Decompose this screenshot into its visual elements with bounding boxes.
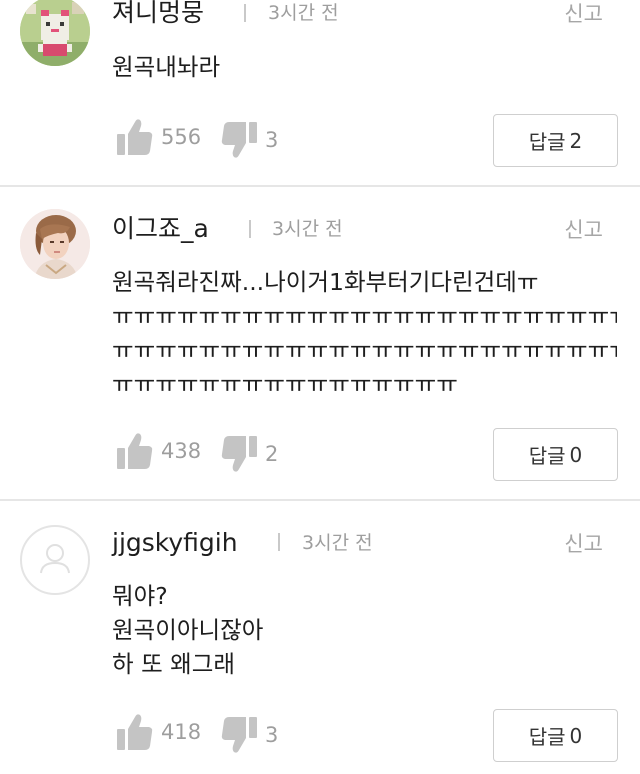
reply-button[interactable]: 답글 2 — [493, 114, 618, 167]
comment-text-line: 원곡이아니잖아 — [112, 616, 264, 644]
like-count: 438 — [161, 439, 202, 463]
report-button[interactable]: 신고 — [564, 529, 603, 559]
dislike-count: 3 — [265, 128, 279, 152]
comment-body: 뭐야? 원곡이아니잖아 하 또 왜그래 — [112, 579, 617, 681]
meta-separator — [244, 4, 246, 22]
avatar[interactable] — [20, 209, 90, 279]
dislike-count: 3 — [265, 723, 279, 747]
comment-body: 원곡줘라진짜...나이거1화부터기다린건데ㅠ ㅠㅠㅠㅠㅠㅠㅠㅠㅠㅠㅠㅠㅠㅠㅠㅠㅠ… — [112, 265, 617, 401]
dislike-button[interactable]: 2 — [221, 434, 278, 474]
reply-label: 답글 — [528, 130, 566, 154]
comment-item: 져니멍뭉 3시간 전 신고 원곡내놔라 556 3 답글 2 — [0, 0, 640, 186]
comment-text-line: ㅠㅠㅠㅠㅠㅠㅠㅠㅠㅠㅠㅠㅠㅠㅠㅠ — [112, 370, 458, 398]
comment-text-line: 원곡내놔라 — [112, 53, 221, 81]
like-count: 418 — [161, 720, 202, 744]
like-button[interactable]: 418 — [117, 712, 201, 752]
comment-text-line: 원곡줘라진짜...나이거1화부터기다린건데ㅠ — [112, 268, 539, 296]
dislike-button[interactable]: 3 — [221, 120, 278, 160]
reply-label: 답글 — [528, 725, 566, 749]
thumbs-down-icon — [221, 717, 257, 753]
timestamp: 3시간 전 — [268, 2, 339, 24]
comment-text-line: ㅠㅠㅠㅠㅠㅠㅠㅠㅠㅠㅠㅠㅠㅠㅠㅠㅠㅠㅠㅠㅠㅠㅠㅠㅠㅠㅠㅠㅠㅠ — [112, 336, 617, 364]
like-count: 556 — [161, 125, 202, 149]
dislike-count: 2 — [265, 442, 279, 466]
reply-count: 0 — [569, 723, 583, 748]
default-user-avatar-icon — [40, 544, 70, 574]
like-button[interactable]: 438 — [117, 431, 201, 471]
pixel-character-avatar-icon — [20, 0, 90, 66]
reply-count: 0 — [569, 442, 583, 467]
report-button[interactable]: 신고 — [564, 215, 603, 245]
timestamp: 3시간 전 — [272, 218, 343, 240]
avatar[interactable] — [20, 525, 90, 595]
comment-list: 져니멍뭉 3시간 전 신고 원곡내놔라 556 3 답글 2 이그죠_a 3시간… — [0, 0, 640, 774]
username[interactable]: 져니멍뭉 — [112, 0, 204, 30]
comment-text-line: 하 또 왜그래 — [112, 650, 236, 678]
reply-count: 2 — [569, 128, 583, 153]
username[interactable]: jjgskyfigih — [112, 526, 238, 560]
meta-separator — [278, 533, 280, 551]
reply-label: 답글 — [528, 444, 566, 468]
reply-button[interactable]: 답글 0 — [493, 428, 618, 481]
thumbs-up-icon — [117, 714, 153, 750]
username[interactable]: 이그죠_a — [112, 212, 209, 246]
thumbs-up-icon — [117, 433, 153, 469]
comment-text-line: ㅠㅠㅠㅠㅠㅠㅠㅠㅠㅠㅠㅠㅠㅠㅠㅠㅠㅠㅠㅠㅠㅠㅠㅠㅠㅠㅠㅠㅠㅠ — [112, 302, 617, 330]
reply-button[interactable]: 답글 0 — [493, 709, 618, 762]
person-photo-avatar-icon — [20, 209, 90, 279]
comment-text-line: 뭐야? — [112, 582, 168, 610]
thumbs-down-icon — [221, 436, 257, 472]
comment-item: 이그죠_a 3시간 전 신고 원곡줘라진짜...나이거1화부터기다린건데ㅠ ㅠㅠ… — [0, 187, 640, 499]
thumbs-down-icon — [221, 122, 257, 158]
thumbs-up-icon — [117, 119, 153, 155]
like-button[interactable]: 556 — [117, 117, 201, 157]
dislike-button[interactable]: 3 — [221, 715, 278, 755]
comment-item: jjgskyfigih 3시간 전 신고 뭐야? 원곡이아니잖아 하 또 왜그래… — [0, 501, 640, 774]
meta-separator — [249, 220, 251, 238]
avatar[interactable] — [20, 0, 90, 66]
timestamp: 3시간 전 — [302, 532, 373, 554]
report-button[interactable]: 신고 — [564, 0, 603, 29]
comment-body: 원곡내놔라 — [112, 50, 617, 84]
